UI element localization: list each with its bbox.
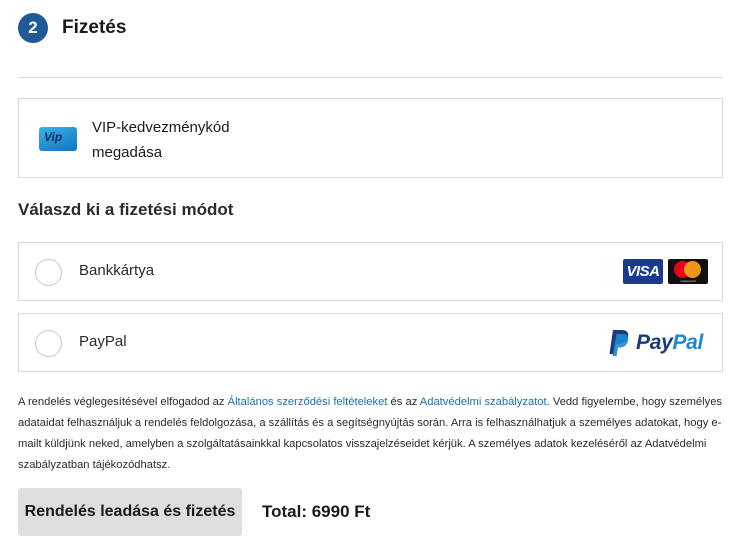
privacy-policy-link[interactable]: Adatvédelmi szabályzatot: [420, 396, 547, 408]
payment-option-label-paypal: PayPal: [79, 333, 127, 350]
vip-label-line1: VIP-kedvezménykód: [92, 119, 230, 136]
step-number-badge: 2: [18, 13, 48, 43]
terms-link[interactable]: Általános szerződési feltételeket: [228, 396, 388, 408]
paypal-icon: PayPal: [608, 329, 703, 357]
payment-option-label-card: Bankkártya: [79, 262, 155, 279]
paypal-wordmark-pay: Pay: [636, 331, 673, 354]
divider: [18, 77, 723, 78]
order-total: Total: 6990 Ft: [262, 502, 371, 521]
place-order-button[interactable]: Rendelés leadása és fizetés: [18, 488, 242, 536]
vip-logo-icon: Vip: [39, 127, 77, 151]
legal-notice: A rendelés véglegesítésével elfogadod az…: [18, 392, 723, 476]
vip-logo-text: Vip: [44, 130, 63, 144]
vip-label-line2: megadása: [92, 144, 163, 161]
paypal-wordmark: PayPal: [636, 331, 703, 355]
paypal-p-icon: [609, 330, 629, 356]
visa-icon: VISA: [623, 259, 663, 284]
vip-discount-label: VIP-kedvezménykód megadása: [92, 115, 292, 165]
radio-paypal[interactable]: [35, 330, 62, 357]
mastercard-icon-text: mastercard: [680, 279, 696, 283]
step-title: Fizetés: [62, 17, 127, 38]
paypal-wordmark-pal: Pal: [672, 331, 704, 354]
radio-card[interactable]: [35, 259, 62, 286]
payment-option-card[interactable]: Bankkártya VISA mastercard: [18, 242, 723, 301]
legal-text-1: A rendelés véglegesítésével elfogadod az: [18, 396, 228, 408]
payment-section-title: Válaszd ki a fizetési módot: [18, 200, 234, 219]
legal-text-2: és az: [387, 396, 420, 408]
step-header: 2 Fizetés: [18, 12, 126, 44]
payment-option-paypal[interactable]: PayPal PayPal: [18, 313, 723, 372]
mastercard-icon: mastercard: [668, 259, 708, 284]
vip-discount-code-button[interactable]: Vip VIP-kedvezménykód megadása: [18, 98, 723, 178]
